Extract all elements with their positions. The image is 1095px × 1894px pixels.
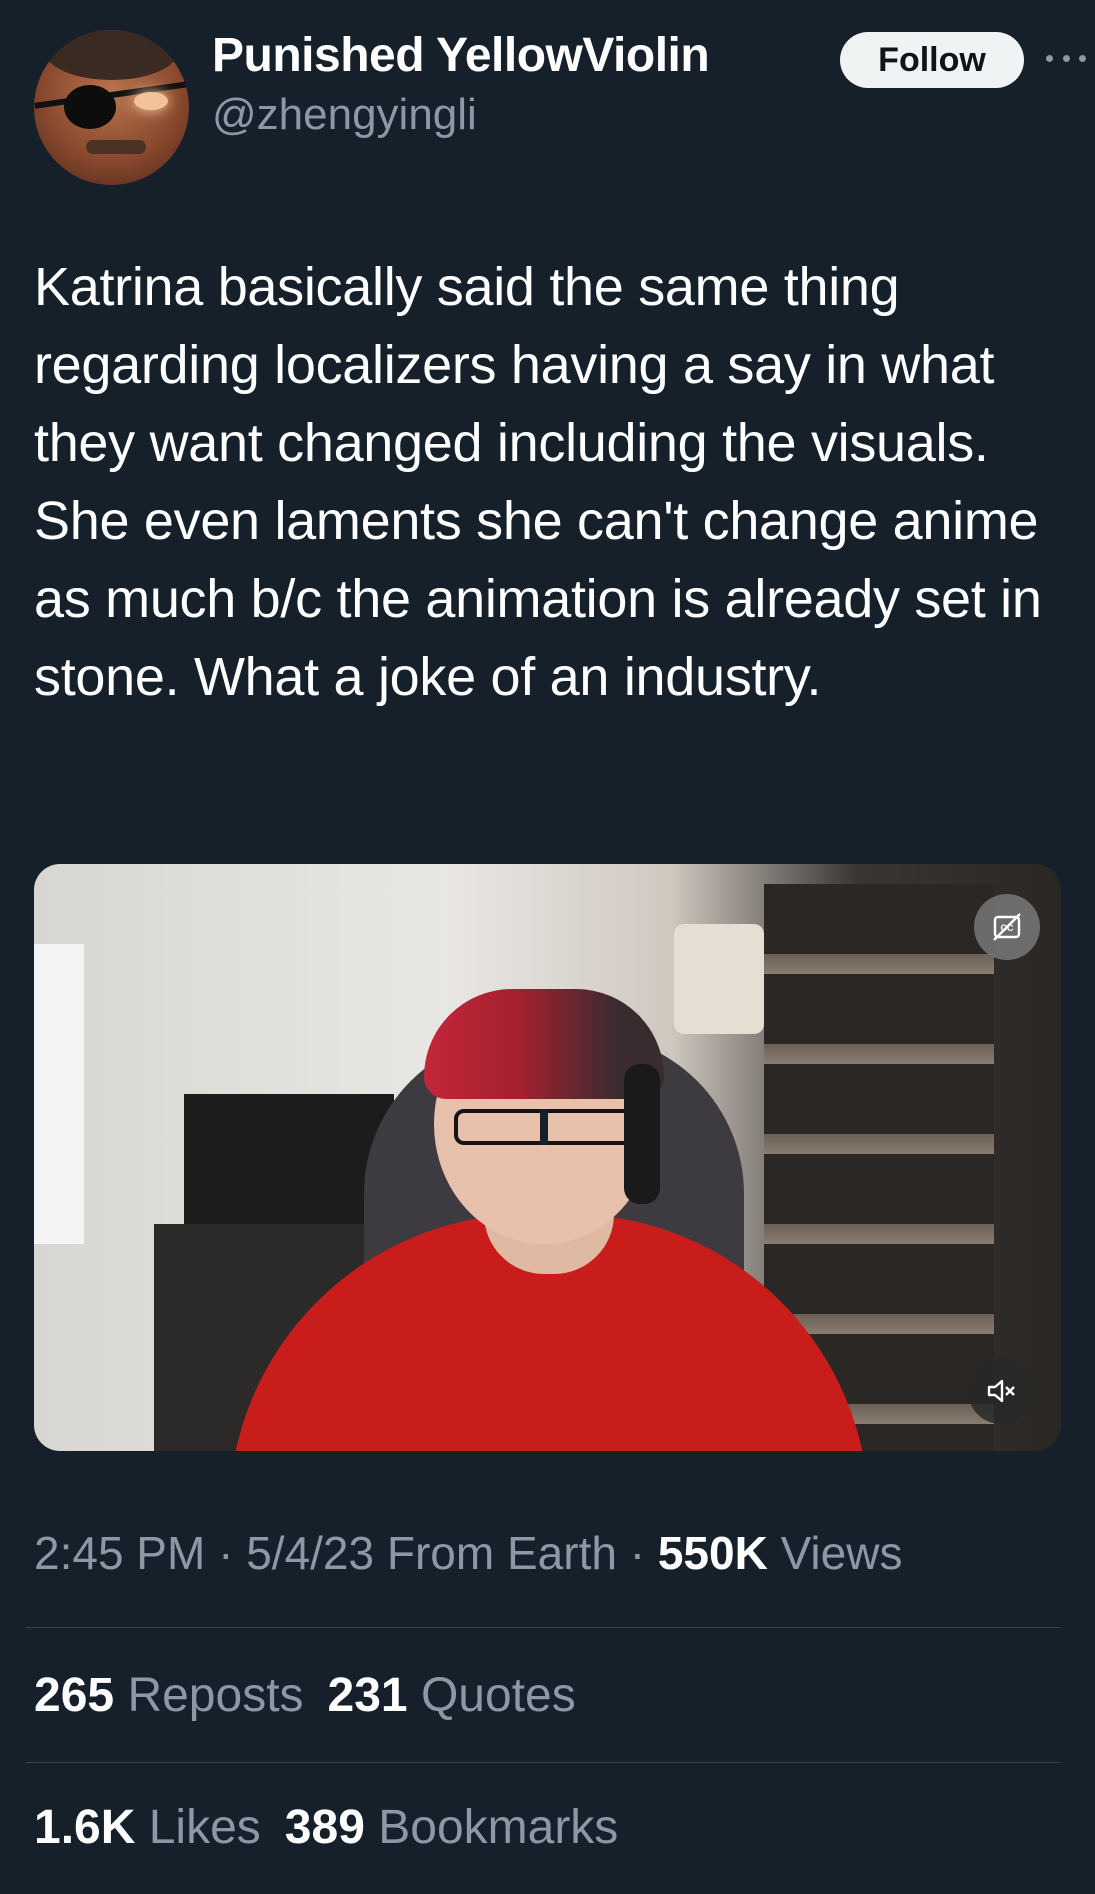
likes-count: 1.6K: [34, 1801, 136, 1854]
divider: [26, 1762, 1061, 1763]
tweet-date[interactable]: 5/4/23: [246, 1527, 374, 1579]
tweet-video[interactable]: CC: [34, 864, 1061, 1451]
meta-separator: ·: [629, 1527, 646, 1579]
video-scene-lamp: [674, 924, 764, 1034]
video-scene-window: [34, 944, 84, 1244]
more-dot: [1079, 54, 1086, 62]
likes-stat[interactable]: 1.6K Likes: [34, 1801, 261, 1854]
video-person-headset: [624, 1064, 660, 1204]
likes-label: Likes: [148, 1801, 261, 1854]
more-dot: [1062, 54, 1070, 62]
more-options-icon[interactable]: [1046, 48, 1086, 68]
tweet-meta: 2:45 PM · 5/4/23 From Earth · 550K Views: [34, 1526, 902, 1580]
video-scene-monitor: [184, 1094, 394, 1244]
video-person-glasses: [454, 1109, 634, 1145]
meta-separator: ·: [218, 1527, 234, 1579]
views-count: 550K: [657, 1527, 768, 1579]
tweet-header: Punished YellowViolin @zhengyingli Follo…: [34, 28, 1086, 185]
reposts-count: 265: [34, 1669, 115, 1722]
more-dot: [1046, 54, 1053, 62]
tweet-text: Katrina basically said the same thing re…: [34, 257, 1042, 707]
reposts-stat[interactable]: 265 Reposts: [34, 1669, 304, 1722]
tweet-time[interactable]: 2:45 PM: [34, 1527, 205, 1579]
avatar-hair: [44, 30, 179, 80]
bookmarks-count: 389: [284, 1801, 365, 1854]
views-label: Views: [780, 1527, 903, 1579]
avatar-eye-glow: [134, 92, 168, 110]
closed-captions-off-icon[interactable]: CC: [974, 894, 1040, 960]
avatar-eyepatch: [64, 85, 116, 129]
user-handle[interactable]: @zhengyingli: [212, 90, 477, 140]
quotes-label: Quotes: [420, 1669, 576, 1722]
quotes-count: 231: [327, 1669, 408, 1722]
tweet-source: From Earth: [386, 1527, 617, 1579]
follow-button[interactable]: Follow: [840, 32, 1024, 88]
avatar-moustache: [86, 140, 146, 154]
bookmarks-label: Bookmarks: [378, 1801, 619, 1854]
reposts-label: Reposts: [127, 1669, 304, 1722]
stats-row-likes-bookmarks: 1.6K Likes 389 Bookmarks: [34, 1800, 618, 1855]
speaker-muted-icon[interactable]: [968, 1358, 1034, 1424]
user-display-name[interactable]: Punished YellowViolin: [212, 28, 710, 83]
divider: [26, 1627, 1061, 1628]
avatar[interactable]: [34, 30, 189, 185]
quotes-stat[interactable]: 231 Quotes: [328, 1669, 576, 1722]
bookmarks-stat[interactable]: 389 Bookmarks: [285, 1801, 619, 1854]
stats-row-reposts-quotes: 265 Reposts 231 Quotes: [34, 1668, 576, 1723]
